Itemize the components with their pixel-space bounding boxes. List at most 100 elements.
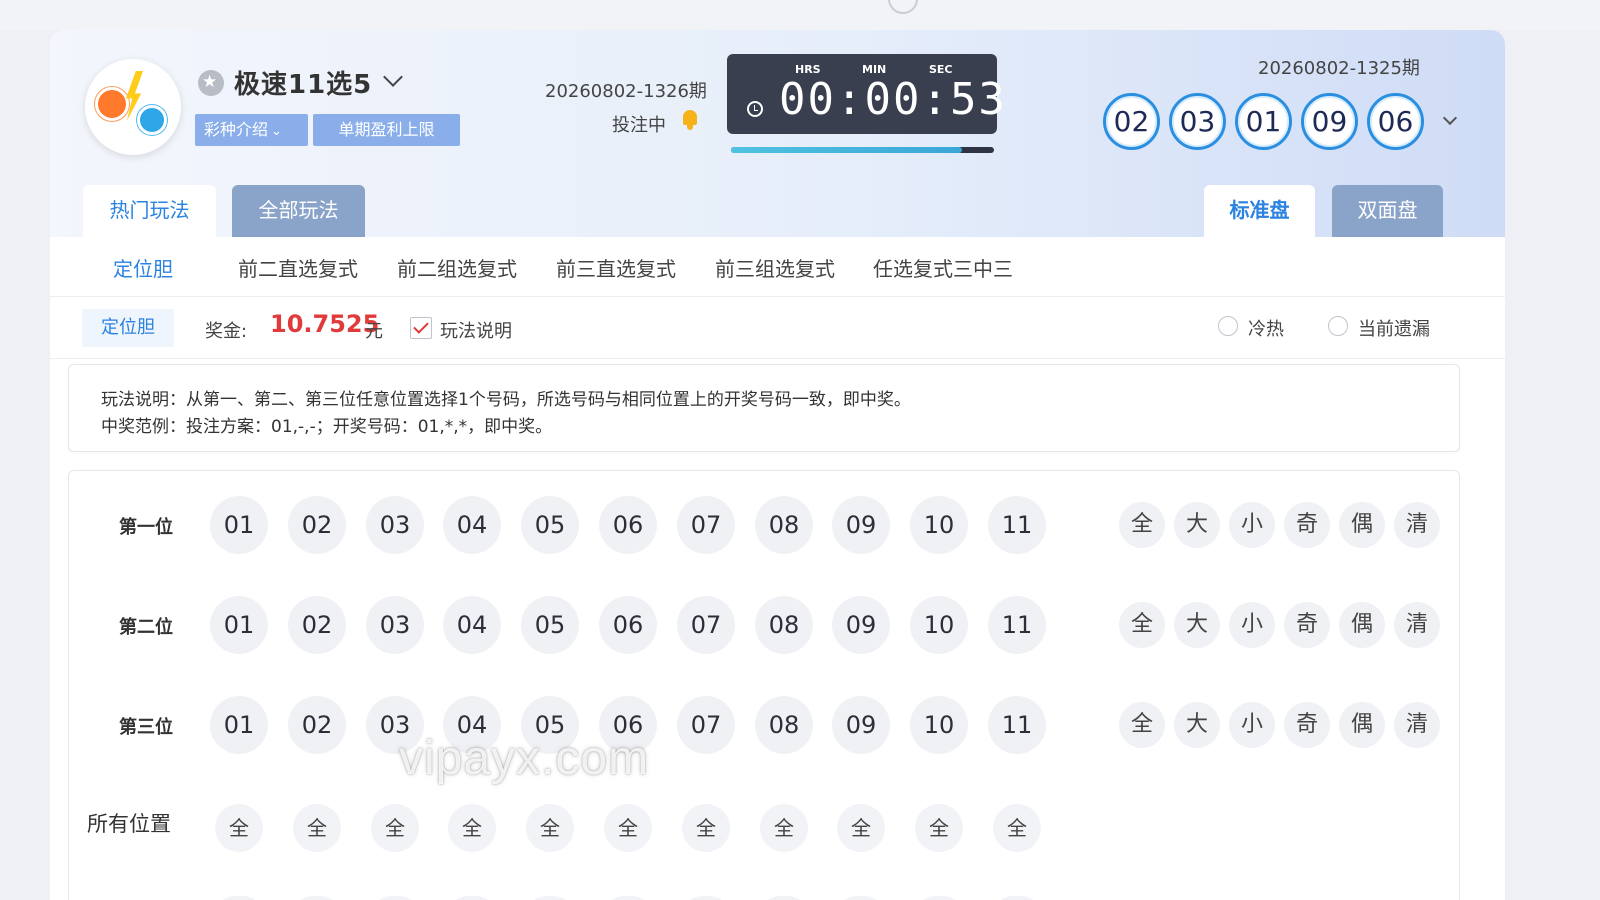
column-select-all-button[interactable]: 全	[371, 804, 419, 852]
quick-select-button[interactable]: 全	[1119, 602, 1165, 648]
number-ball[interactable]: 05	[521, 696, 579, 754]
number-ball[interactable]: 03	[366, 696, 424, 754]
column-select-all-button[interactable]: 全	[604, 804, 652, 852]
next-row-ball[interactable]	[293, 896, 341, 900]
number-ball[interactable]: 07	[677, 596, 735, 654]
column-select-all-button[interactable]: 全	[837, 804, 885, 852]
chevron-down-icon[interactable]	[383, 67, 403, 87]
number-ball[interactable]: 01	[210, 496, 268, 554]
tab-dual[interactable]: 双面盘	[1332, 185, 1443, 237]
number-ball[interactable]: 10	[910, 696, 968, 754]
next-row-ball[interactable]	[837, 896, 885, 900]
quick-select-button[interactable]: 小	[1229, 602, 1275, 648]
quick-select-button[interactable]: 大	[1174, 602, 1220, 648]
expand-results-icon[interactable]	[1442, 110, 1458, 126]
hot-cold-radio[interactable]	[1218, 316, 1238, 336]
number-ball[interactable]: 07	[677, 496, 735, 554]
column-select-all-button[interactable]: 全	[760, 804, 808, 852]
explain-checkbox[interactable]	[410, 317, 432, 339]
quick-select-button[interactable]: 小	[1229, 502, 1275, 548]
bell-icon[interactable]	[681, 110, 699, 130]
number-ball[interactable]: 09	[832, 496, 890, 554]
number-ball[interactable]: 08	[755, 596, 813, 654]
next-row-ball[interactable]	[682, 896, 730, 900]
number-ball[interactable]: 11	[988, 696, 1046, 754]
next-row-ball[interactable]	[448, 896, 496, 900]
profit-limit-button[interactable]: 单期盈利上限	[313, 114, 460, 146]
game-title[interactable]: 极速11选5	[234, 64, 372, 101]
quick-select-button[interactable]: 奇	[1284, 502, 1330, 548]
favorite-star-icon[interactable]	[198, 70, 224, 96]
next-row-ball[interactable]	[215, 896, 263, 900]
quick-select-button[interactable]: 清	[1394, 702, 1440, 748]
number-ball[interactable]: 02	[288, 696, 346, 754]
tab-standard[interactable]: 标准盘	[1204, 185, 1315, 237]
last-results: 02 03 01 09 06	[1103, 93, 1424, 150]
quick-select-button[interactable]: 偶	[1339, 602, 1385, 648]
quick-select-button[interactable]: 全	[1119, 702, 1165, 748]
quick-select-button[interactable]: 小	[1229, 702, 1275, 748]
explain-label[interactable]: 玩法说明	[440, 317, 512, 343]
quick-select-button[interactable]: 大	[1174, 702, 1220, 748]
quick-select-button[interactable]: 奇	[1284, 702, 1330, 748]
column-select-all-button[interactable]: 全	[215, 804, 263, 852]
tab-hot-plays[interactable]: 热门玩法	[83, 185, 216, 237]
column-select-all-button[interactable]: 全	[293, 804, 341, 852]
number-ball[interactable]: 05	[521, 596, 579, 654]
number-ball[interactable]: 10	[910, 496, 968, 554]
current-miss-radio[interactable]	[1328, 316, 1348, 336]
number-ball[interactable]: 06	[599, 496, 657, 554]
quick-select-button[interactable]: 偶	[1339, 702, 1385, 748]
number-ball[interactable]: 11	[988, 596, 1046, 654]
quick-select-button[interactable]: 大	[1174, 502, 1220, 548]
number-ball[interactable]: 01	[210, 696, 268, 754]
game-intro-button[interactable]: 彩种介绍	[195, 114, 308, 146]
column-select-all-button[interactable]: 全	[993, 804, 1041, 852]
quick-select-button[interactable]: 清	[1394, 502, 1440, 548]
column-select-all-button[interactable]: 全	[526, 804, 574, 852]
number-ball[interactable]: 05	[521, 496, 579, 554]
number-ball[interactable]: 03	[366, 596, 424, 654]
quick-select-button[interactable]: 全	[1119, 502, 1165, 548]
quick-select-button[interactable]: 奇	[1284, 602, 1330, 648]
number-ball[interactable]: 09	[832, 596, 890, 654]
current-miss-label[interactable]: 当前遗漏	[1358, 315, 1430, 341]
number-ball[interactable]: 02	[288, 596, 346, 654]
tab-all-plays[interactable]: 全部玩法	[232, 185, 365, 237]
number-ball[interactable]: 06	[599, 596, 657, 654]
number-ball[interactable]: 09	[832, 696, 890, 754]
subnav-item-q3-direct[interactable]: 前三直选复式	[556, 253, 676, 282]
hot-cold-label[interactable]: 冷热	[1248, 315, 1284, 341]
column-select-all-button[interactable]: 全	[448, 804, 496, 852]
number-ball[interactable]: 08	[755, 696, 813, 754]
next-row-ball[interactable]	[604, 896, 652, 900]
result-ball: 02	[1103, 93, 1160, 150]
next-row-ball[interactable]	[526, 896, 574, 900]
column-select-all-button[interactable]: 全	[682, 804, 730, 852]
number-ball[interactable]: 04	[443, 596, 501, 654]
subnav-item-dingweidan[interactable]: 定位胆	[113, 253, 173, 282]
current-period: 20260802-1326期	[545, 81, 707, 102]
subnav-item-q2-direct[interactable]: 前二直选复式	[238, 253, 358, 282]
number-ball[interactable]: 01	[210, 596, 268, 654]
play-mode-chip: 定位胆	[82, 309, 174, 347]
next-row-ball[interactable]	[993, 896, 1041, 900]
number-ball[interactable]: 10	[910, 596, 968, 654]
number-ball[interactable]: 11	[988, 496, 1046, 554]
number-ball[interactable]: 04	[443, 696, 501, 754]
next-row-ball[interactable]	[371, 896, 419, 900]
next-row-ball[interactable]	[915, 896, 963, 900]
number-ball[interactable]: 07	[677, 696, 735, 754]
number-ball[interactable]: 02	[288, 496, 346, 554]
number-ball[interactable]: 03	[366, 496, 424, 554]
subnav-item-q3-group[interactable]: 前三组选复式	[715, 253, 835, 282]
number-ball[interactable]: 06	[599, 696, 657, 754]
quick-select-button[interactable]: 清	[1394, 602, 1440, 648]
subnav-item-q2-group[interactable]: 前二组选复式	[397, 253, 517, 282]
number-ball[interactable]: 08	[755, 496, 813, 554]
column-select-all-button[interactable]: 全	[915, 804, 963, 852]
subnav-item-any-3of3[interactable]: 任选复式三中三	[873, 253, 1013, 282]
quick-select-button[interactable]: 偶	[1339, 502, 1385, 548]
number-ball[interactable]: 04	[443, 496, 501, 554]
next-row-ball[interactable]	[760, 896, 808, 900]
